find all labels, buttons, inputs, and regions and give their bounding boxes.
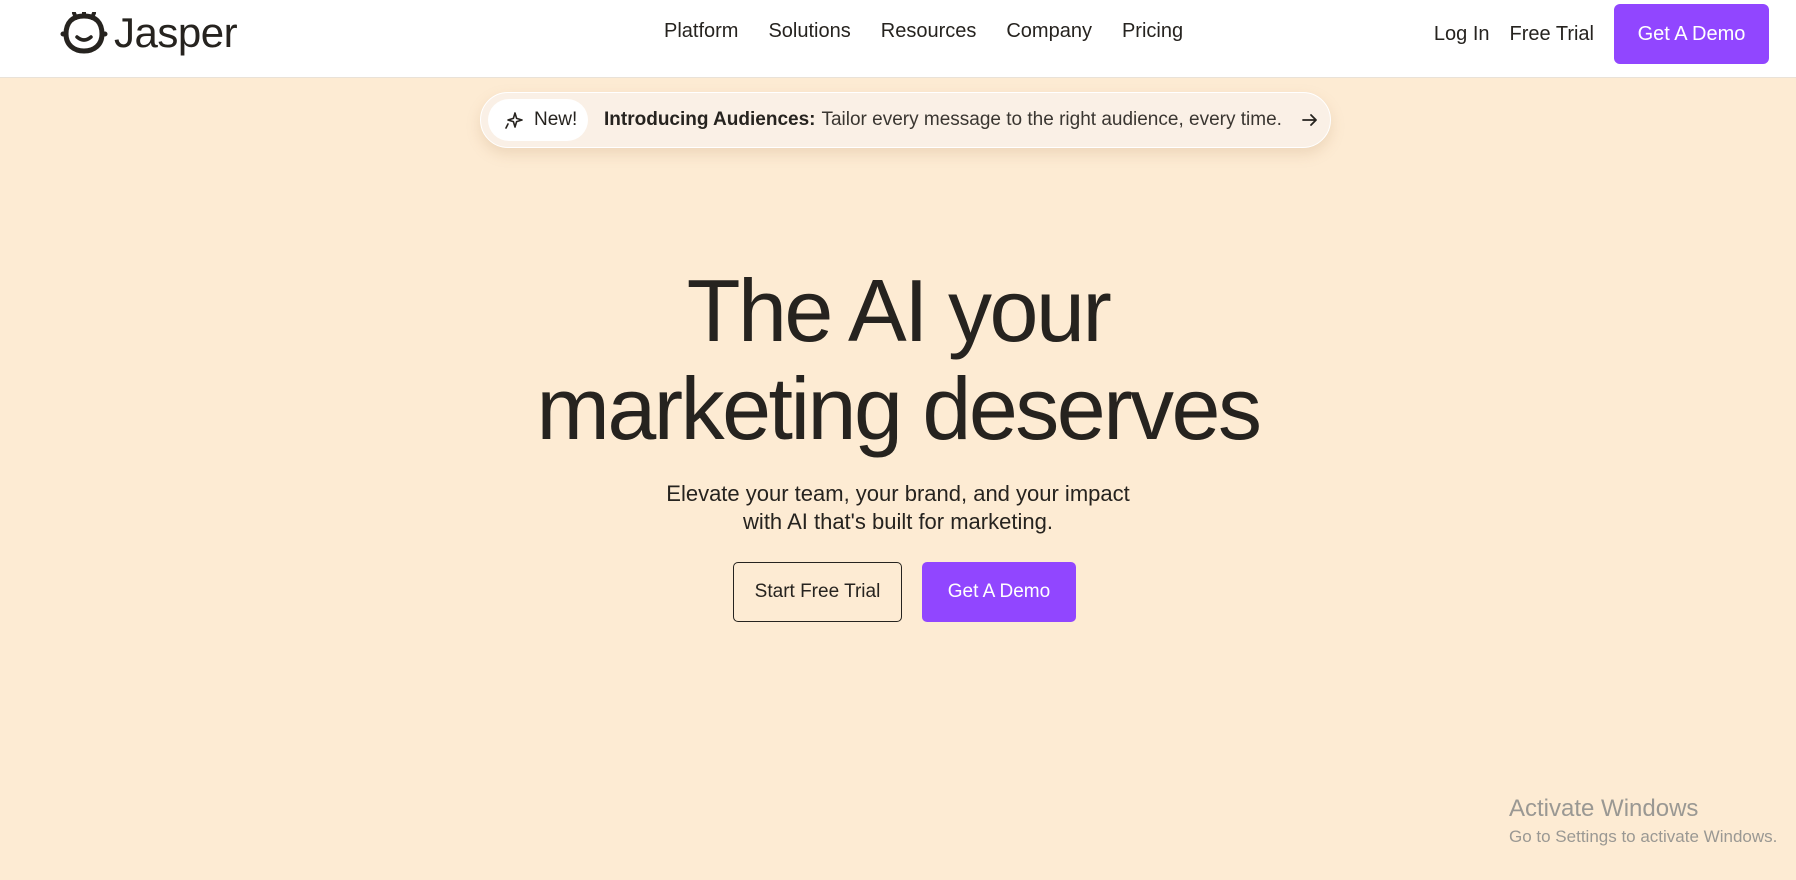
windows-activation-watermark: Activate Windows Go to Settings to activ… [1509, 795, 1777, 847]
hero-title-line-2: marketing deserves [536, 359, 1262, 458]
hero-title-line-1: The AI your [686, 261, 1112, 360]
start-free-trial-button[interactable]: Start Free Trial [733, 562, 902, 622]
nav-resources[interactable]: Resources [881, 20, 977, 43]
hero-title: The AI your marketing deserves [0, 262, 1796, 458]
nav-company[interactable]: Company [1006, 20, 1092, 43]
hero-subtitle-line-2: with AI that's built for marketing. [743, 509, 1053, 534]
nav-actions: Log In Free Trial Get A Demo [1434, 4, 1769, 64]
new-badge: New! [488, 99, 588, 141]
free-trial-link[interactable]: Free Trial [1510, 23, 1594, 46]
main-nav: Platform Solutions Resources Company Pri… [664, 20, 1183, 43]
watermark-subtitle: Go to Settings to activate Windows. [1509, 827, 1778, 846]
hero-subtitle: Elevate your team, your brand, and your … [0, 480, 1796, 536]
arrow-right-icon[interactable] [1300, 110, 1320, 130]
login-link[interactable]: Log In [1434, 23, 1490, 46]
announcement-banner[interactable]: New! Introducing Audiences: Tailor every… [480, 92, 1331, 148]
announcement-title: Introducing Audiences: [604, 109, 816, 130]
top-navbar: Jasper Platform Solutions Resources Comp… [0, 0, 1796, 78]
jasper-logo[interactable]: Jasper [60, 9, 238, 56]
get-demo-button[interactable]: Get A Demo [1614, 4, 1769, 64]
nav-pricing[interactable]: Pricing [1122, 20, 1183, 43]
watermark-title: Activate Windows [1509, 795, 1699, 822]
hero-subtitle-line-1: Elevate your team, your brand, and your … [666, 481, 1130, 506]
nav-platform[interactable]: Platform [664, 20, 738, 43]
new-badge-label: New! [534, 109, 578, 130]
hero-cta-group: Start Free Trial Get A Demo [733, 562, 1076, 622]
announcement-body: Tailor every message to the right audien… [821, 109, 1282, 130]
hero-get-demo-button[interactable]: Get A Demo [922, 562, 1076, 622]
sparkle-icon [505, 112, 523, 129]
brand-name: Jasper [114, 9, 238, 56]
nav-solutions[interactable]: Solutions [768, 20, 850, 43]
jasper-face-icon [60, 12, 108, 54]
